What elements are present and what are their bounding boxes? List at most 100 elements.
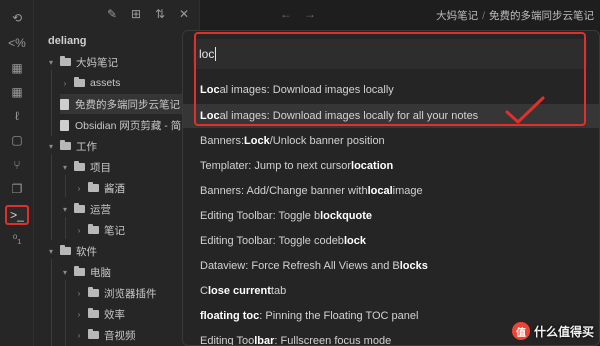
chevron-right-icon[interactable]: ›	[74, 331, 84, 340]
annotation-checkmark-icon	[505, 96, 545, 124]
file-explorer: ✎ ⊞ ⇅ ✕ deliang ▾ 大妈笔记 › assets 免费的多端同步云笔记 Ob…	[34, 0, 200, 346]
result-match-text: lose current	[207, 285, 271, 297]
tree-item-label: 电脑	[90, 266, 111, 279]
chevron-right-icon[interactable]: ›	[74, 310, 84, 319]
chevron-right-icon[interactable]: ›	[60, 79, 70, 88]
left-ribbon: ⟲ <% ▦ ▦ ℓ ▢ ⑂ ❐ >_ ⁰₁	[0, 0, 34, 346]
command-result-item[interactable]: Banners: Lock/Unlock banner position	[183, 129, 599, 153]
command-result-item[interactable]: Editing Toolbar: Toggle codeb lock	[183, 229, 599, 253]
tree-item-label: 效率	[104, 308, 125, 321]
folder-icon	[60, 245, 71, 255]
tree-guide-line	[65, 280, 66, 346]
result-match-text: floating toc	[200, 310, 260, 322]
breadcrumb-current[interactable]: 免费的多端同步云笔记	[489, 10, 594, 22]
folder-icon	[60, 140, 71, 150]
tree-item-label: 大妈笔记	[76, 56, 118, 69]
tree-item-label: 酱酒	[104, 182, 125, 195]
tree-folder[interactable]: › 笔记	[74, 220, 125, 240]
branch-icon[interactable]: ⑂	[5, 155, 29, 175]
editor-topbar: ← → 大妈笔记 / 免费的多端同步云笔记	[200, 0, 600, 28]
vault-name[interactable]: deliang	[48, 35, 87, 47]
watermark: 值 什么值得买	[511, 322, 594, 340]
result-text: Banners: Add/Change banner with	[200, 185, 368, 197]
tree-file[interactable]: 免费的多端同步云笔记	[60, 94, 199, 114]
tree-folder[interactable]: › 浏览器插件	[74, 283, 157, 303]
breadcrumb-separator: /	[482, 10, 485, 22]
undo-icon[interactable]: ⟲	[5, 8, 29, 28]
folder-icon	[74, 161, 85, 171]
back-arrow-icon[interactable]: ←	[280, 7, 292, 21]
chevron-right-icon[interactable]: ›	[74, 289, 84, 298]
result-match-text: Lock	[244, 135, 270, 147]
result-text: : Fullscreen focus mode	[274, 335, 392, 346]
folder-icon	[88, 287, 99, 297]
result-match-text: local	[367, 185, 393, 197]
result-match-text: location	[351, 160, 394, 172]
tree-item-label: 笔记	[104, 224, 125, 237]
clip-icon[interactable]: ℓ	[5, 106, 29, 126]
result-text: Editing Toolbar: Toggle codeb	[200, 235, 344, 247]
doc-icon[interactable]: ▢	[5, 130, 29, 150]
chevron-down-icon[interactable]: ▾	[46, 247, 56, 256]
chevron-down-icon[interactable]: ▾	[60, 205, 70, 214]
tree-item-label: 音视频	[104, 329, 136, 342]
sort-icon[interactable]: ⇅	[152, 6, 168, 22]
collapse-all-icon[interactable]: ✕	[176, 6, 192, 22]
terminal-icon[interactable]: >_	[5, 205, 29, 225]
result-text: tab	[270, 285, 287, 297]
tree-file[interactable]: Obsidian 网页剪藏 - 简	[60, 115, 181, 135]
tree-folder[interactable]: ▾ 工作	[46, 136, 97, 156]
new-folder-icon[interactable]: ⊞	[128, 6, 144, 22]
command-result-item[interactable]: Templater: Jump to next cursor location	[183, 154, 599, 178]
folder-icon	[88, 224, 99, 234]
tree-folder[interactable]: ▾ 运营	[60, 199, 111, 219]
result-text: Editing Too	[200, 335, 255, 346]
explorer-toolbar: ✎ ⊞ ⇅ ✕	[104, 6, 192, 22]
command-result-item[interactable]: Banners: Add/Change banner with local im…	[183, 179, 599, 203]
tree-item-label: 工作	[76, 140, 97, 153]
binary-icon[interactable]: ⁰₁	[5, 229, 29, 249]
tree-folder[interactable]: › 效率	[74, 304, 125, 324]
chevron-down-icon[interactable]: ▾	[60, 163, 70, 172]
result-text: : Pinning the Floating TOC panel	[259, 310, 419, 322]
tree-folder[interactable]: › 酱酒	[74, 178, 125, 198]
chevron-right-icon[interactable]: ›	[74, 226, 84, 235]
tree-folder[interactable]: › assets	[60, 73, 120, 93]
chevron-down-icon[interactable]: ▾	[46, 58, 56, 67]
breadcrumb-parent[interactable]: 大妈笔记	[436, 10, 478, 22]
tree-guide-line	[51, 259, 52, 346]
result-text: Editing Toolbar: Toggle b	[200, 210, 321, 222]
forward-arrow-icon[interactable]: →	[304, 7, 316, 21]
result-text: /Unlock banner position	[269, 135, 385, 147]
tree-folder[interactable]: ▾ 软件	[46, 241, 97, 261]
chevron-right-icon[interactable]: ›	[74, 184, 84, 193]
tree-guide-line	[51, 70, 52, 136]
folder-icon	[74, 77, 85, 87]
table2-icon[interactable]: ▦	[5, 82, 29, 102]
command-result-item[interactable]: Editing Toolbar: Toggle b lockquote	[183, 204, 599, 228]
tree-folder[interactable]: › 音视频	[74, 325, 136, 345]
tree-folder[interactable]: ▾ 项目	[60, 157, 111, 177]
command-result-item[interactable]: Dataview: Force Refresh All Views and Bl…	[183, 254, 599, 278]
chevron-down-icon[interactable]: ▾	[60, 268, 70, 277]
command-result-item[interactable]: Close current tab	[183, 279, 599, 303]
tree-item-label: 浏览器插件	[104, 287, 157, 300]
tree-item-label: 免费的多端同步云笔记	[75, 98, 180, 111]
tree-guide-line	[65, 175, 66, 197]
tree-guide-line	[65, 217, 66, 239]
tree-item-label: 软件	[76, 245, 97, 258]
table-icon[interactable]: ▦	[5, 58, 29, 78]
result-text: C	[200, 285, 208, 297]
tree-item-label: assets	[90, 77, 121, 89]
copy-icon[interactable]: ❐	[5, 179, 29, 199]
tree-item-label: 项目	[90, 161, 111, 174]
tree-folder[interactable]: ▾ 大妈笔记	[46, 52, 118, 72]
file-icon	[60, 119, 69, 131]
new-note-icon[interactable]: ✎	[104, 6, 120, 22]
tree-guide-line	[51, 154, 52, 240]
watermark-logo-icon: 值	[511, 322, 530, 340]
tree-folder[interactable]: ▾ 电脑	[60, 262, 111, 282]
result-match-text: lbar	[254, 335, 275, 346]
percent-icon[interactable]: <%	[5, 33, 29, 53]
chevron-down-icon[interactable]: ▾	[46, 142, 56, 151]
